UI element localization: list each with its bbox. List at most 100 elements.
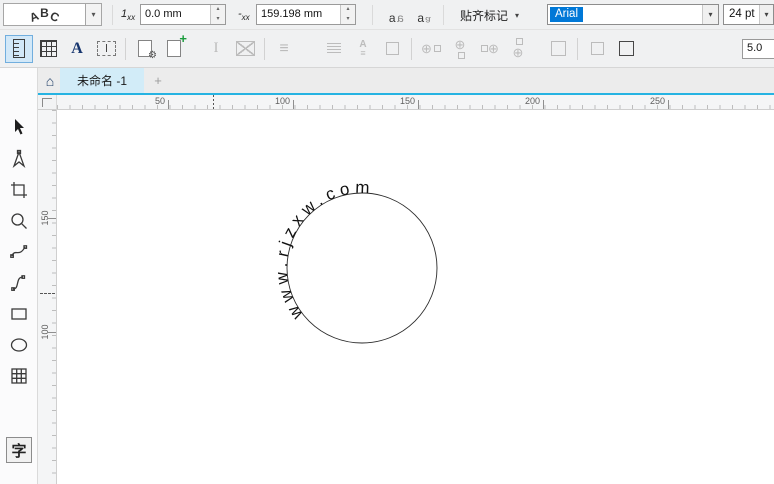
drawing-canvas[interactable]: www.rjzxw.com: [57, 110, 774, 484]
mirror-letter-flipped: a: [396, 11, 404, 25]
page-border-button[interactable]: [613, 36, 639, 62]
freehand-tool[interactable]: [6, 239, 32, 265]
distance-from-path-input[interactable]: 0.0 mm ▴ ▾: [140, 4, 226, 25]
spin-up-icon[interactable]: ▴: [341, 5, 355, 15]
spacing-button-2: ⊕: [447, 36, 473, 62]
ellipse-icon: [10, 338, 28, 352]
dashed-frame-icon: [96, 41, 116, 56]
document-tab[interactable]: 未命名 -1: [60, 68, 144, 93]
spacing-button-1: ⊕: [418, 36, 444, 62]
abc-letter: C: [47, 8, 62, 25]
crop-tool[interactable]: [6, 177, 32, 203]
mirror-text-vertical-button[interactable]: a a: [411, 5, 437, 25]
snap-to-marks-button[interactable]: 贴齐标记 ▾: [452, 4, 527, 26]
rectangle-tool[interactable]: [6, 301, 32, 327]
ellipse-tool[interactable]: [6, 332, 32, 358]
canvas-svg: www.rjzxw.com: [272, 178, 438, 344]
document-options-button[interactable]: ⚙: [132, 36, 158, 62]
align-text-button: [321, 36, 347, 62]
zoom-tool[interactable]: [6, 208, 32, 234]
freehand-curve-icon: [10, 245, 28, 258]
separator: [443, 5, 444, 25]
character-map-button[interactable]: [35, 36, 61, 62]
app-window: A B C ▾ 1xx 0.0 mm ▴ ▾ -xx 159.198 mm ▴ …: [0, 0, 774, 484]
separator: [264, 37, 265, 60]
spin-down-icon[interactable]: ▾: [211, 15, 225, 25]
bezier-curve-tool[interactable]: [6, 270, 32, 296]
pick-tool[interactable]: [6, 115, 32, 141]
distance-from-path-icon: 1xx: [121, 8, 136, 23]
graph-paper-tool[interactable]: [6, 363, 32, 389]
separator: [112, 5, 113, 25]
offset-spinner[interactable]: ▴ ▾: [340, 5, 355, 24]
empty-frame-button: [232, 36, 258, 62]
text-frame-button[interactable]: [93, 36, 119, 62]
text-tool[interactable]: 字: [6, 437, 32, 463]
handle-icon: [481, 45, 489, 52]
snap-label: 贴齐标记: [460, 8, 509, 23]
text-orientation-dropdown[interactable]: ▾: [86, 3, 102, 26]
align-lines-icon: [327, 43, 341, 54]
ruler-label: 50: [154, 96, 165, 106]
text-tool-glyph: 字: [11, 442, 27, 460]
handle-icon: [433, 45, 441, 52]
crosshair-icon: ⊕: [421, 41, 432, 56]
spin-up-icon[interactable]: ▴: [211, 5, 225, 15]
horizontal-ruler[interactable]: 50 100 150 200 250: [57, 95, 774, 110]
ruler-tick: [418, 100, 419, 109]
glyph-grid-icon: [39, 40, 57, 57]
mirror-letter: a: [417, 11, 425, 25]
offset-value[interactable]: 159.198 mm: [257, 5, 340, 24]
spacing-button-4: ⊕: [505, 36, 531, 62]
home-icon: ⌂: [45, 72, 55, 89]
ruler-tick: [168, 100, 169, 109]
font-list-combo[interactable]: Arial ▾: [547, 4, 719, 25]
lines-icon: ≡: [279, 39, 289, 57]
home-button[interactable]: ⌂: [41, 71, 59, 90]
spin-down-icon[interactable]: ▾: [341, 15, 355, 25]
font-size-dropdown-button[interactable]: ▾: [759, 5, 773, 24]
chevron-down-icon: ▾: [91, 10, 96, 19]
ruler-origin-button[interactable]: [38, 95, 57, 110]
tab-title: 未命名 -1: [76, 74, 127, 88]
shape-tool[interactable]: [6, 146, 32, 172]
font-name-value[interactable]: Arial: [550, 7, 584, 22]
ruler-cursor-mark: [213, 95, 214, 110]
font-size-value[interactable]: 24 pt: [724, 5, 759, 24]
separator: [125, 37, 126, 60]
text-path: [287, 193, 385, 316]
text-ruler-button[interactable]: [5, 34, 33, 63]
spacing-button-3: ⊕: [476, 36, 502, 62]
ruler-tick: [47, 332, 56, 333]
columns-button: ≡: [271, 36, 297, 62]
distance-value[interactable]: 0.0 mm: [141, 5, 210, 24]
crop-icon: [11, 182, 27, 198]
distance-spinner[interactable]: ▴ ▾: [210, 5, 225, 24]
font-dropdown-button[interactable]: ▾: [702, 5, 718, 24]
mirror-text-horizontal-button[interactable]: a a: [383, 5, 409, 25]
link-box-icon: [385, 42, 399, 55]
ruler-label: 150: [399, 96, 415, 106]
chevron-down-icon: ▾: [708, 10, 713, 19]
crosshair-icon: ⊕: [488, 41, 499, 56]
s-curve-icon: [11, 275, 26, 291]
vertical-ruler[interactable]: 150 100: [38, 110, 57, 484]
page-icon: ⚙: [138, 40, 157, 61]
format-character-button[interactable]: A: [64, 36, 90, 62]
new-tab-button[interactable]: +: [150, 72, 166, 88]
insert-object-button[interactable]: +: [161, 31, 187, 62]
ruler-label: 250: [649, 96, 665, 106]
font-size-combo[interactable]: 24 pt ▾: [723, 4, 774, 25]
ruler-tick: [543, 100, 544, 109]
curved-text[interactable]: www.rjzxw.com: [272, 178, 375, 324]
ruler-label: 100: [274, 96, 290, 106]
text-on-path-preview[interactable]: A B C: [3, 3, 86, 26]
link-frames-button: [379, 36, 405, 62]
grid-icon: [11, 368, 27, 384]
separator: [411, 37, 412, 60]
plus-icon: +: [179, 31, 187, 46]
horizontal-offset-input[interactable]: 159.198 mm ▴ ▾: [256, 4, 356, 25]
outline-width-input[interactable]: 5.0: [742, 38, 774, 59]
ruler-tick: [668, 100, 669, 109]
drop-cap-button: A ≡: [350, 36, 376, 62]
